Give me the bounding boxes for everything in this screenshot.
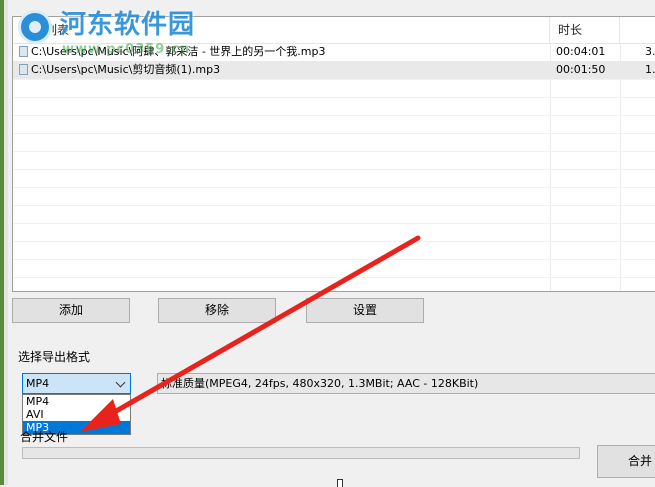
column-divider bbox=[620, 43, 621, 291]
format-select[interactable]: MP4 bbox=[22, 373, 131, 394]
row-path-cell: C:\Users\pc\Music\剪切音频(1).mp3 bbox=[19, 61, 549, 79]
row-divider bbox=[13, 151, 655, 152]
column-header-file[interactable]: 文件列表 bbox=[13, 17, 550, 43]
row-path-cell: C:\Users\pc\Music\阿肆、郭采洁 - 世界上的另一个我.mp3 bbox=[19, 43, 549, 61]
table-row[interactable]: C:\Users\pc\Music\阿肆、郭采洁 - 世界上的另一个我.mp3 … bbox=[13, 43, 655, 61]
column-header-duration[interactable]: 时长 bbox=[550, 17, 620, 43]
column-divider bbox=[550, 43, 551, 291]
table-row[interactable]: C:\Users\pc\Music\剪切音频(1).mp3 00:01:50 1… bbox=[13, 61, 655, 79]
add-button[interactable]: 添加 bbox=[12, 298, 130, 323]
format-option-avi[interactable]: AVI bbox=[23, 408, 130, 421]
merge-files-label: 合并文件 bbox=[20, 430, 69, 444]
file-path: C:\Users\pc\Music\剪切音频(1).mp3 bbox=[31, 63, 221, 76]
file-size: 3.6 bbox=[645, 45, 655, 58]
row-divider bbox=[13, 115, 655, 116]
merge-button[interactable]: 合并 bbox=[597, 445, 655, 478]
file-size: 1.6 bbox=[645, 63, 655, 76]
row-divider bbox=[13, 241, 655, 242]
export-format-label: 选择导出格式 bbox=[18, 350, 91, 364]
format-selected-value: MP4 bbox=[26, 377, 50, 390]
row-divider bbox=[13, 97, 655, 98]
left-window-edge-inner bbox=[4, 0, 8, 485]
file-duration: 00:01:50 bbox=[556, 63, 606, 76]
text-cursor-icon bbox=[337, 479, 343, 487]
file-path: C:\Users\pc\Music\阿肆、郭采洁 - 世界上的另一个我.mp3 bbox=[31, 45, 326, 58]
file-list-header: 文件列表 时长 bbox=[13, 17, 655, 44]
row-divider bbox=[13, 187, 655, 188]
row-divider bbox=[13, 223, 655, 224]
column-header-size[interactable] bbox=[620, 17, 655, 43]
row-divider bbox=[13, 169, 655, 170]
audio-file-icon bbox=[19, 64, 28, 75]
remove-button[interactable]: 移除 bbox=[158, 298, 276, 323]
row-divider bbox=[13, 79, 655, 80]
file-list[interactable]: 文件列表 时长 C:\Users\pc\Music\阿肆、郭采洁 - 世界上的另… bbox=[12, 16, 655, 292]
row-divider bbox=[13, 205, 655, 206]
quality-select[interactable]: 标准质量(MPEG4, 24fps, 480x320, 1.3MBit; AAC… bbox=[157, 373, 655, 394]
quality-selected-value: 标准质量(MPEG4, 24fps, 480x320, 1.3MBit; AAC… bbox=[161, 377, 479, 390]
row-divider bbox=[13, 277, 655, 278]
chevron-down-icon bbox=[115, 377, 126, 388]
row-divider bbox=[13, 259, 655, 260]
row-divider bbox=[13, 133, 655, 134]
file-duration: 00:04:01 bbox=[556, 45, 606, 58]
audio-file-icon bbox=[19, 46, 28, 57]
format-option-mp4[interactable]: MP4 bbox=[23, 395, 130, 408]
settings-button[interactable]: 设置 bbox=[306, 298, 424, 323]
merge-progress-bar bbox=[22, 447, 580, 459]
